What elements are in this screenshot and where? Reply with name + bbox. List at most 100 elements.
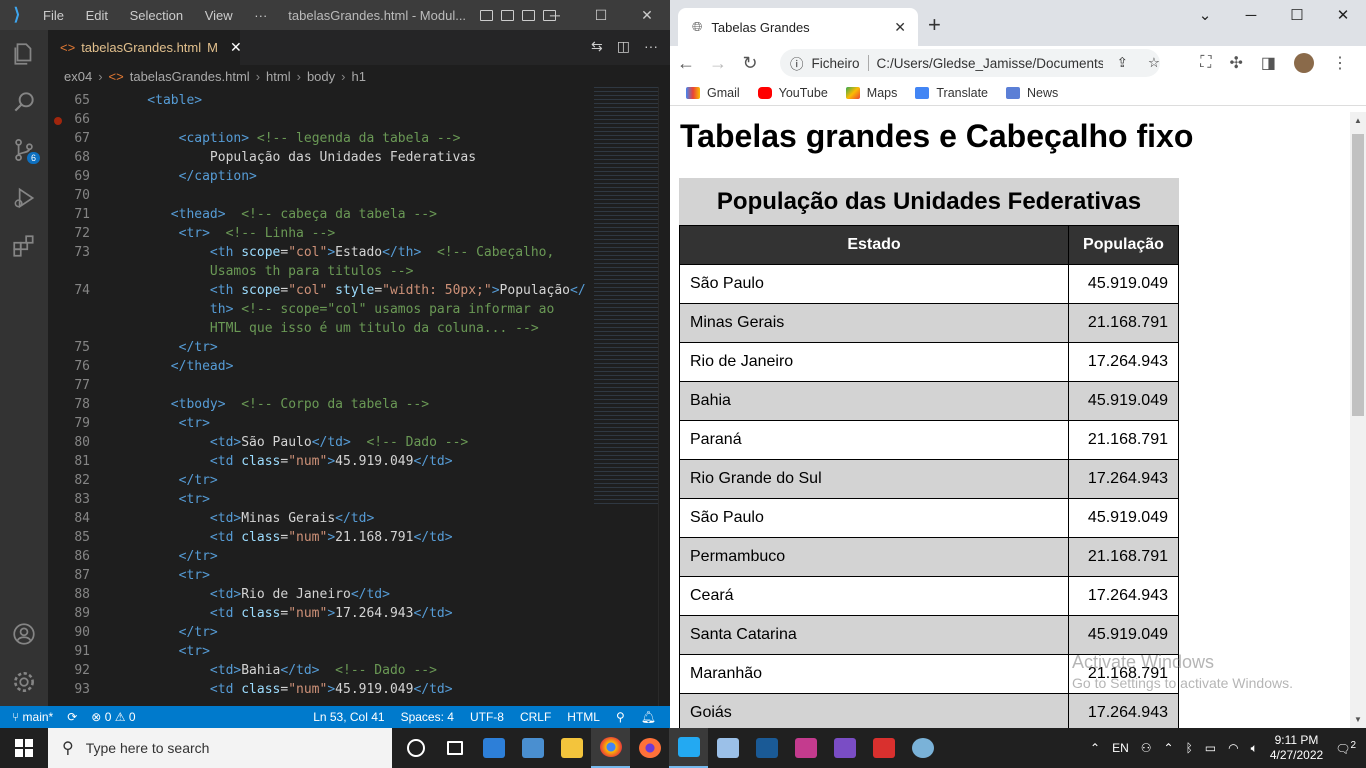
people-icon[interactable]: ⚇ (1141, 741, 1152, 755)
state-cell: Rio de Janeiro (679, 342, 1069, 382)
breadcrumb-body[interactable]: body (307, 69, 335, 84)
firefox-icon[interactable] (630, 728, 669, 768)
minimap[interactable] (594, 87, 658, 507)
tab-close-icon[interactable]: ✕ (894, 19, 906, 36)
scrollbar-thumb[interactable] (1352, 134, 1364, 416)
forward-arrow-icon[interactable]: → (702, 53, 734, 74)
input-language[interactable]: EN (1112, 741, 1129, 755)
acrobat-icon[interactable] (864, 728, 903, 768)
browser-tab[interactable]: 🌐︎ Tabelas Grandes ✕ (678, 8, 918, 46)
chrome-taskbar-icon[interactable] (591, 728, 630, 768)
vscode-taskbar-icon[interactable] (669, 728, 708, 768)
breadcrumb-html[interactable]: html (266, 69, 291, 84)
settings-gear-icon[interactable] (0, 658, 48, 706)
scroll-up-icon[interactable]: ▲ (1354, 116, 1362, 125)
menu-selection[interactable]: Selection (130, 8, 183, 23)
feedback-icon[interactable]: ⚲ (616, 710, 625, 724)
search-icon[interactable] (0, 78, 48, 126)
menu-kebab-icon[interactable]: ⋮ (1332, 53, 1348, 73)
sync-icon[interactable]: ⟳ (67, 710, 77, 724)
more-actions-icon[interactable]: ··· (644, 38, 658, 55)
app-pink-icon[interactable] (786, 728, 825, 768)
back-arrow-icon[interactable]: ← (670, 53, 702, 74)
toggle-sidebar-icon[interactable] (501, 9, 515, 21)
virtualbox-icon[interactable] (708, 728, 747, 768)
news-app-icon[interactable] (474, 728, 513, 768)
editor-scrollbar[interactable] (658, 87, 670, 706)
menu-more[interactable]: ··· (254, 8, 267, 23)
maximize-icon[interactable]: ☐ (1274, 0, 1320, 32)
explorer-icon[interactable] (0, 30, 48, 78)
desktop-app-icon[interactable] (513, 728, 552, 768)
warning-count: 0 (128, 710, 136, 724)
indentation[interactable]: Spaces: 4 (401, 710, 454, 724)
clock[interactable]: 9:11 PM 4/27/2022 (1270, 733, 1323, 763)
language-mode[interactable]: HTML (567, 710, 600, 724)
encoding[interactable]: UTF-8 (470, 710, 504, 724)
bookmark-star-icon[interactable]: ☆ (1148, 55, 1160, 71)
notifications-bell-icon[interactable]: 🔔︎ (641, 710, 656, 724)
minimize-icon[interactable]: ─ (532, 0, 578, 30)
toggle-panel-icon[interactable] (480, 9, 494, 21)
close-icon[interactable]: ✕ (1320, 0, 1366, 32)
table-row: Permambuco 21.168.791 (679, 537, 1179, 577)
address-bar[interactable]: ⓘ Ficheiro C:/Users/Gledse_Jamisse/Docum… (780, 49, 1160, 77)
split-editor-icon[interactable]: ◫ (617, 38, 630, 55)
menu-file[interactable]: File (43, 8, 64, 23)
tab-search-icon[interactable]: ⌄ (1182, 0, 1228, 32)
info-icon[interactable]: ⓘ (790, 53, 804, 73)
tab-tabelasgrandes[interactable]: <> tabelasGrandes.html M ✕ (48, 30, 242, 65)
cortana-icon[interactable] (396, 728, 435, 768)
accounts-icon[interactable] (0, 610, 48, 658)
paint-icon[interactable] (903, 728, 942, 768)
extensions-puzzle-icon[interactable]: ✣ (1229, 53, 1242, 73)
code-editor[interactable]: 65 <table> 66 67 <caption> <!-- legenda … (48, 87, 670, 706)
wifi-icon[interactable]: ◠ (1228, 741, 1238, 755)
end-of-line[interactable]: CRLF (520, 710, 551, 724)
chrome-toolbar: ← → ↻ ⓘ Ficheiro C:/Users/Gledse_Jamisse… (670, 46, 1366, 80)
share-icon[interactable]: ⇪ (1117, 55, 1128, 71)
reload-icon[interactable]: ↻ (734, 53, 766, 74)
tray-scroll-icon[interactable]: ⌃ (1090, 741, 1100, 755)
cursor-position[interactable]: Ln 53, Col 41 (313, 710, 384, 724)
visual-studio-icon[interactable] (825, 728, 864, 768)
maximize-icon[interactable]: ☐ (578, 0, 624, 30)
branch-status[interactable]: ⑂ main* (12, 710, 53, 724)
menu-edit[interactable]: Edit (86, 8, 108, 23)
open-changes-icon[interactable]: ⇆ (591, 38, 603, 55)
scroll-down-icon[interactable]: ▼ (1354, 715, 1362, 724)
breadcrumb-folder[interactable]: ex04 (64, 69, 92, 84)
extensions-icon[interactable] (0, 222, 48, 270)
close-icon[interactable]: ✕ (624, 0, 670, 30)
volume-icon[interactable]: 🔈︎ (1251, 741, 1258, 756)
source-control-icon[interactable]: 6 (0, 126, 48, 174)
file-explorer-icon[interactable] (552, 728, 591, 768)
bookmark-news[interactable]: News (1006, 86, 1058, 100)
bookmark-translate[interactable]: Translate (915, 86, 988, 100)
breadcrumb-file[interactable]: tabelasGrandes.html (130, 69, 250, 84)
show-hidden-icons[interactable]: ⌃ (1164, 741, 1174, 755)
run-debug-icon[interactable] (0, 174, 48, 222)
bookmark-youtube[interactable]: YouTube (757, 86, 828, 100)
profile-avatar[interactable] (1294, 53, 1314, 73)
bookmark-maps[interactable]: Maps (845, 86, 897, 100)
start-button[interactable] (0, 728, 48, 768)
tab-close-icon[interactable]: ✕ (230, 39, 242, 56)
bookmark-gmail[interactable]: Gmail (686, 86, 740, 100)
problems-status[interactable]: ⊗ 0 ⚠ 0 (91, 710, 135, 724)
action-center-icon[interactable]: 🗨︎2 (1335, 740, 1356, 756)
network-app-icon[interactable] (747, 728, 786, 768)
task-view-icon[interactable] (435, 728, 474, 768)
bluetooth-icon[interactable]: ᛒ (1186, 741, 1193, 755)
minimize-icon[interactable]: ─ (1228, 0, 1274, 32)
new-tab-button[interactable]: + (928, 12, 941, 38)
battery-icon[interactable]: ▭ (1205, 741, 1216, 755)
page-scrollbar[interactable]: ▲ ▼ (1350, 112, 1366, 728)
task-view-glyph (446, 741, 463, 755)
side-panel-icon[interactable]: ◨ (1261, 53, 1276, 73)
menu-view[interactable]: View (205, 8, 233, 23)
breadcrumb-h1[interactable]: h1 (351, 69, 365, 84)
app-glyph (482, 738, 505, 758)
taskbar-search-box[interactable]: ⚲ Type here to search (48, 728, 392, 768)
cast-icon[interactable]: ⛶ (1200, 54, 1211, 72)
